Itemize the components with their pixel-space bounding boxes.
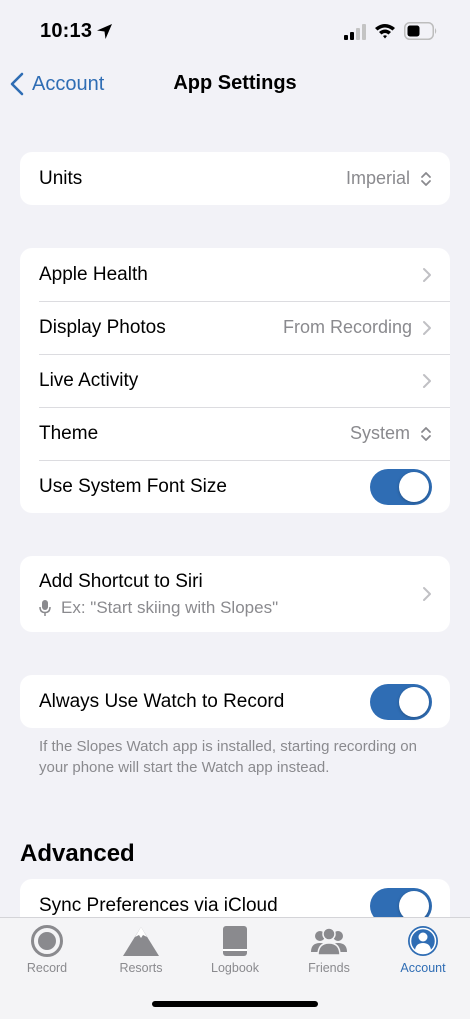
apple-health-label: Apple Health bbox=[39, 263, 148, 285]
watch-record-label: Always Use Watch to Record bbox=[39, 690, 285, 712]
toggle-knob bbox=[399, 890, 429, 921]
siri-example: Ex: "Start skiing with Slopes" bbox=[61, 597, 279, 617]
apple-health-row[interactable]: Apple Health bbox=[20, 248, 450, 301]
home-indicator bbox=[152, 1001, 318, 1007]
microphone-icon bbox=[39, 599, 51, 616]
display-photos-row[interactable]: Display Photos From Recording bbox=[20, 301, 450, 354]
friends-icon bbox=[311, 927, 347, 956]
units-row[interactable]: Units Imperial bbox=[20, 152, 450, 205]
updown-chevron-icon bbox=[421, 171, 431, 186]
chevron-right-icon bbox=[423, 320, 431, 335]
battery-icon bbox=[404, 22, 438, 45]
tab-resorts[interactable]: Resorts bbox=[94, 924, 188, 975]
theme-row[interactable]: Theme System bbox=[20, 407, 450, 460]
chevron-right-icon bbox=[423, 267, 431, 282]
tab-label: Logbook bbox=[211, 961, 259, 975]
tab-record[interactable]: Record bbox=[0, 924, 94, 975]
book-icon bbox=[223, 926, 247, 956]
tab-friends[interactable]: Friends bbox=[282, 924, 376, 975]
account-icon bbox=[408, 926, 438, 956]
watch-footnote: If the Slopes Watch app is installed, st… bbox=[39, 738, 417, 776]
add-siri-shortcut-row[interactable]: Add Shortcut to Siri Ex: "Start skiing w… bbox=[20, 556, 450, 632]
page-title: App Settings bbox=[173, 72, 297, 94]
live-activity-label: Live Activity bbox=[39, 369, 139, 391]
chevron-right-icon bbox=[423, 587, 431, 601]
record-icon bbox=[31, 925, 63, 957]
tab-label: Friends bbox=[308, 961, 350, 975]
theme-label: Theme bbox=[39, 422, 99, 444]
tab-label: Resorts bbox=[119, 961, 163, 975]
watch-group: Always Use Watch to Record bbox=[20, 675, 450, 728]
location-arrow-icon bbox=[96, 23, 113, 45]
tab-label: Record bbox=[26, 961, 68, 975]
system-font-toggle[interactable] bbox=[370, 468, 432, 505]
units-group: Units Imperial bbox=[20, 152, 450, 205]
navigation-bar: Account App Settings bbox=[0, 60, 470, 108]
status-time: 10:13 bbox=[40, 20, 93, 42]
watch-record-toggle[interactable] bbox=[370, 683, 432, 720]
units-value: Imperial bbox=[345, 168, 410, 188]
chevron-right-icon bbox=[423, 373, 431, 388]
units-label: Units bbox=[39, 167, 83, 189]
advanced-section-header: Advanced bbox=[20, 840, 135, 867]
mountain-icon bbox=[123, 927, 159, 956]
live-activity-row[interactable]: Live Activity bbox=[20, 354, 450, 407]
toggle-knob bbox=[399, 471, 429, 502]
sync-icloud-label: Sync Preferences via iCloud bbox=[39, 894, 278, 916]
tab-logbook[interactable]: Logbook bbox=[188, 924, 282, 975]
system-font-label: Use System Font Size bbox=[39, 475, 227, 497]
siri-group: Add Shortcut to Siri Ex: "Start skiing w… bbox=[20, 556, 450, 632]
updown-chevron-icon bbox=[421, 426, 431, 441]
theme-value: System bbox=[349, 423, 410, 443]
siri-title: Add Shortcut to Siri bbox=[39, 570, 203, 592]
general-group: Apple Health Display Photos From Recordi… bbox=[20, 248, 450, 513]
system-font-row: Use System Font Size bbox=[20, 460, 450, 513]
tab-account[interactable]: Account bbox=[376, 924, 470, 975]
display-photos-label: Display Photos bbox=[39, 316, 166, 338]
status-bar: 10:13 bbox=[0, 0, 470, 60]
tab-label: Account bbox=[400, 961, 446, 975]
display-photos-value: From Recording bbox=[282, 317, 412, 337]
watch-record-row: Always Use Watch to Record bbox=[20, 675, 450, 728]
toggle-knob bbox=[399, 686, 429, 717]
wifi-icon bbox=[374, 22, 396, 45]
cellular-signal-icon bbox=[344, 24, 368, 45]
